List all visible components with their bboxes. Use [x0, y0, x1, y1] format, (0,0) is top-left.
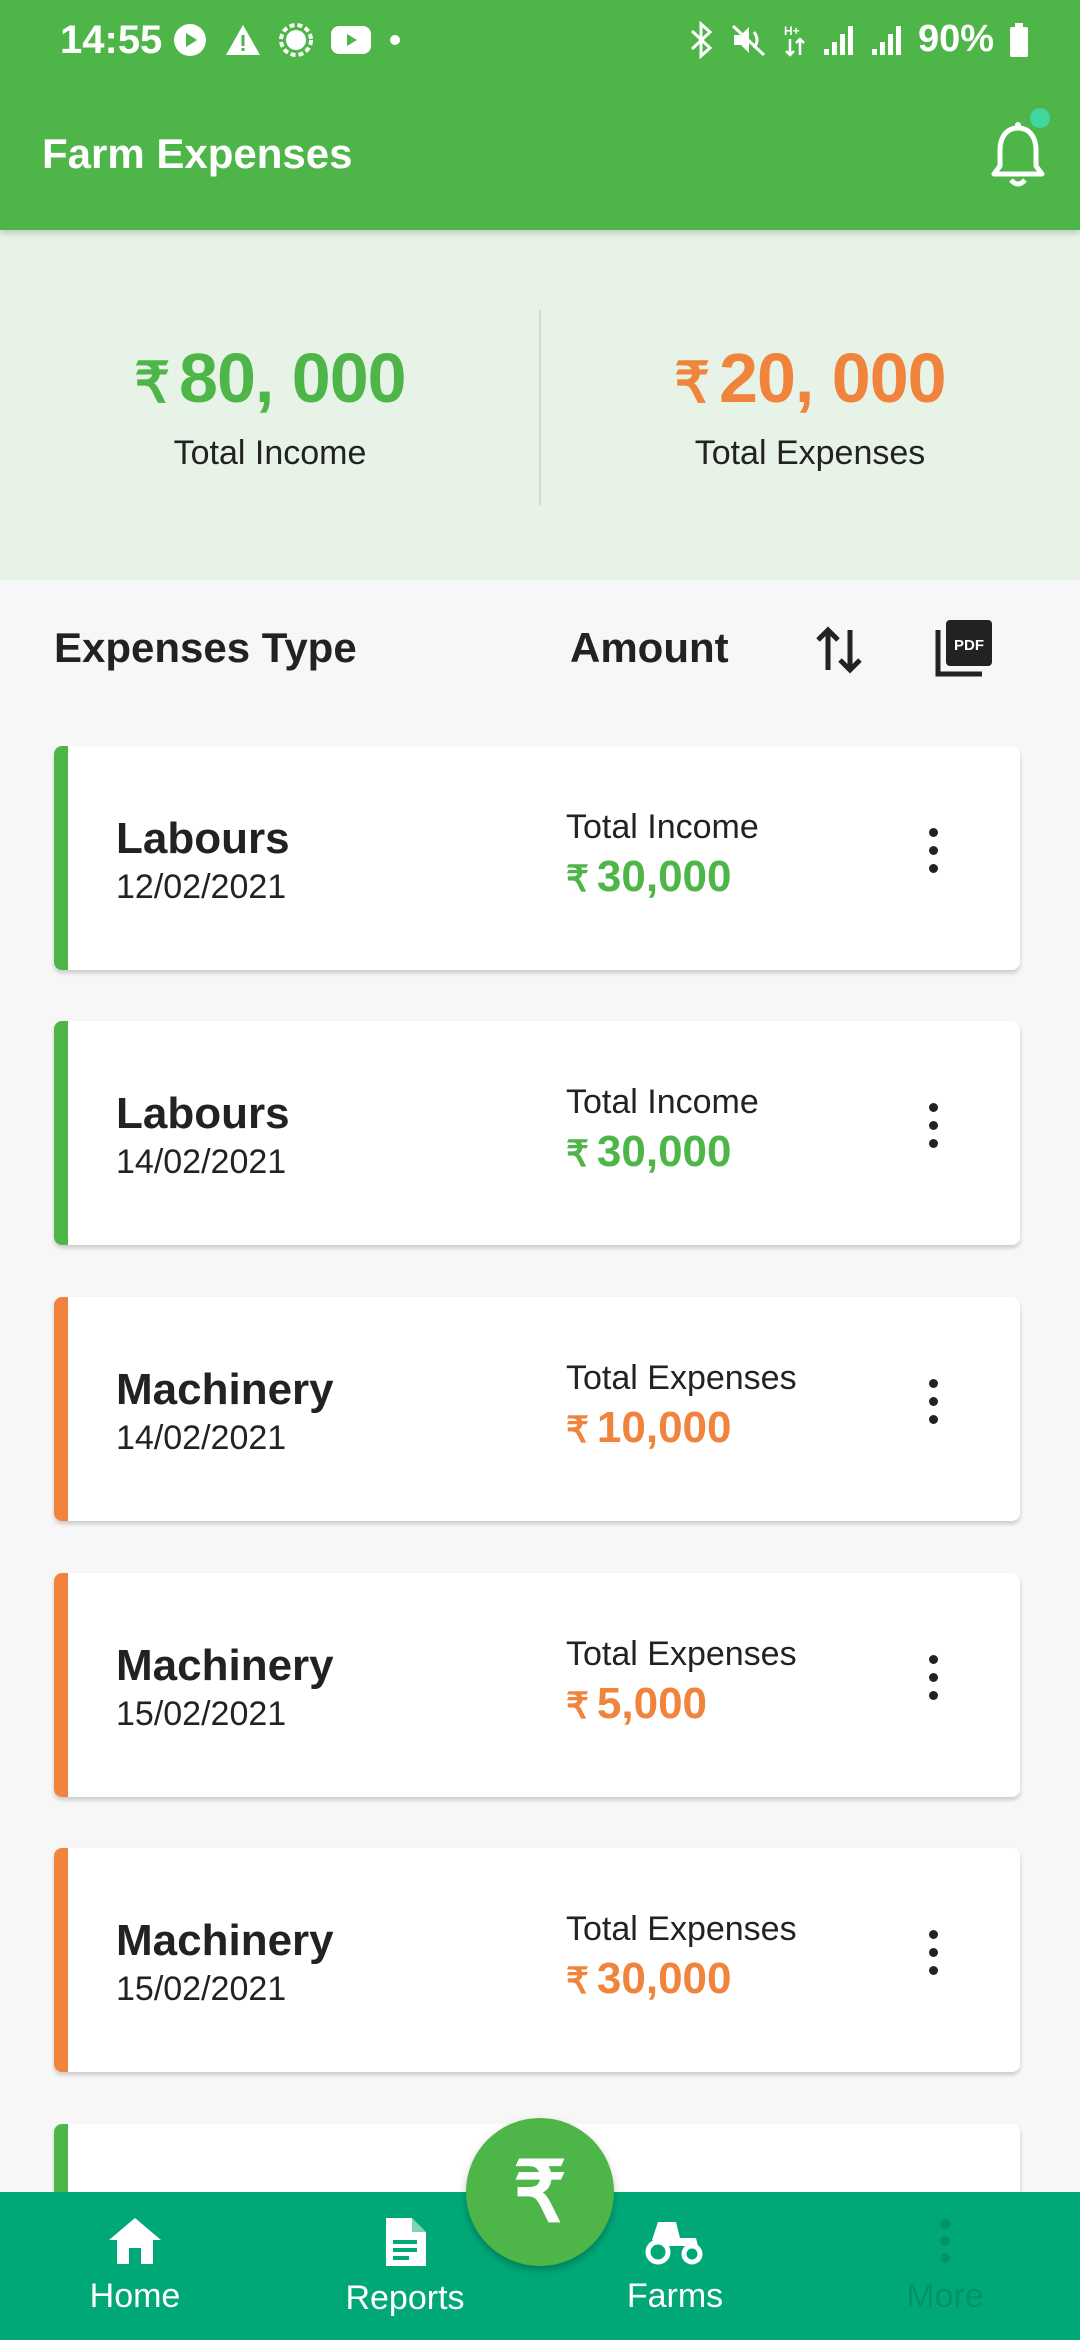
income-indicator: [54, 1021, 68, 1245]
nav-more-label: More: [906, 2277, 984, 2315]
warning-icon: [226, 25, 260, 55]
status-time: 14:55: [60, 18, 163, 62]
rupee-icon: ₹: [674, 351, 710, 414]
rupee-icon: ₹: [566, 1685, 589, 1726]
entry-date: 15/02/2021: [116, 1970, 287, 2008]
battery-icon: [1010, 22, 1028, 57]
app-bar: 14:55 H+ 90% Farm Expenses: [0, 0, 1080, 230]
home-icon: [109, 2218, 161, 2264]
more-vert-icon[interactable]: [918, 1103, 948, 1163]
income-total: ₹80, 000: [134, 339, 406, 417]
entry-type: Total Expenses: [566, 1635, 797, 1673]
entry-name: Machinery: [116, 1365, 334, 1414]
battery-percent: 90%: [917, 18, 994, 60]
column-amount: Amount: [570, 624, 729, 671]
income-summary: ₹80, 000 Total Income: [0, 338, 540, 473]
entry-date: 15/02/2021: [116, 1695, 287, 1733]
entry-type: Total Expenses: [566, 1359, 797, 1397]
expenses-summary: ₹20, 000 Total Expenses: [540, 338, 1080, 473]
column-expenses-type: Expenses Type: [54, 624, 357, 671]
entry-type: Total Expenses: [566, 1910, 797, 1948]
more-vert-icon[interactable]: [918, 1930, 948, 1990]
list-item[interactable]: Labours 14/02/2021 Total Income ₹30,000: [54, 1021, 1020, 1245]
list-header: Expenses Type Amount PDF: [0, 580, 1080, 720]
entry-name: Machinery: [116, 1641, 334, 1690]
income-label: Total Income: [173, 434, 367, 472]
rupee-icon: ₹: [566, 1409, 589, 1450]
entry-date: 12/02/2021: [116, 868, 287, 906]
more-vert-icon: [940, 2219, 950, 2263]
bell-icon[interactable]: [986, 120, 1050, 190]
mute-icon: [731, 24, 765, 56]
tractor-icon: [645, 2222, 703, 2265]
rupee-icon: ₹: [566, 1960, 589, 2001]
play-icon: [174, 24, 206, 56]
expenses-total: ₹20, 000: [674, 339, 946, 417]
income-indicator: [54, 746, 68, 970]
data-icon: H+: [784, 24, 805, 57]
entry-amount: ₹10,000: [566, 1403, 732, 1452]
signal-icon-2: [871, 25, 901, 55]
entry-amount: ₹30,000: [566, 852, 732, 901]
summary-panel: ₹80, 000 Total Income ₹20, 000 Total Exp…: [0, 230, 1080, 580]
list-item[interactable]: Machinery 15/02/2021 Total Expenses ₹30,…: [54, 1848, 1020, 2072]
sort-icon[interactable]: [812, 620, 866, 680]
nav-reports[interactable]: Reports: [315, 2216, 495, 2318]
more-vert-icon[interactable]: [918, 828, 948, 888]
expenses-label: Total Expenses: [694, 434, 926, 472]
nav-farms-label: Farms: [626, 2277, 724, 2315]
svg-text:H+: H+: [784, 24, 800, 38]
youtube-icon: [331, 26, 371, 54]
document-icon: [386, 2218, 426, 2266]
entry-name: Labours: [116, 814, 290, 863]
more-vert-icon[interactable]: [918, 1655, 948, 1715]
signal-icon: [823, 25, 853, 55]
rupee-icon: ₹: [566, 858, 589, 899]
status-bar: 14:55 H+ 90%: [0, 0, 1080, 84]
list-item[interactable]: Labours 12/02/2021 Total Income ₹30,000: [54, 746, 1020, 970]
entry-amount: ₹30,000: [566, 1954, 732, 2003]
entry-type: Total Income: [566, 1083, 759, 1121]
entry-date: 14/02/2021: [116, 1143, 287, 1181]
signal-app-icon: [279, 23, 313, 57]
notification-icons: [172, 22, 402, 58]
rupee-icon: ₹: [513, 2145, 567, 2239]
rupee-icon: ₹: [566, 1133, 589, 1174]
list-item[interactable]: Machinery 15/02/2021 Total Expenses ₹5,0…: [54, 1573, 1020, 1797]
bluetooth-icon: [690, 20, 713, 59]
dot-icon: [390, 35, 400, 45]
expense-indicator: [54, 1297, 68, 1521]
nav-farms[interactable]: Farms: [585, 2216, 765, 2316]
pdf-export-icon[interactable]: PDF: [932, 616, 996, 680]
entry-type: Total Income: [566, 808, 759, 846]
expense-indicator: [54, 1848, 68, 2072]
nav-more[interactable]: More: [855, 2216, 1035, 2316]
nav-home-label: Home: [89, 2277, 181, 2315]
entry-name: Labours: [116, 1089, 290, 1138]
entry-date: 14/02/2021: [116, 1419, 287, 1457]
expense-indicator: [54, 1573, 68, 1797]
more-vert-icon[interactable]: [918, 1379, 948, 1439]
entry-name: Machinery: [116, 1916, 334, 1965]
entry-amount: ₹5,000: [566, 1679, 708, 1728]
system-icons: H+ 90%: [686, 18, 1030, 61]
list-item[interactable]: Machinery 14/02/2021 Total Expenses ₹10,…: [54, 1297, 1020, 1521]
page-title: Farm Expenses: [42, 130, 353, 177]
notification-badge: [1030, 108, 1050, 128]
entry-amount: ₹30,000: [566, 1127, 732, 1176]
nav-reports-label: Reports: [345, 2279, 465, 2317]
svg-text:PDF: PDF: [954, 637, 984, 654]
nav-home[interactable]: Home: [45, 2216, 225, 2316]
add-entry-button[interactable]: ₹: [466, 2118, 614, 2266]
rupee-icon: ₹: [134, 351, 170, 414]
